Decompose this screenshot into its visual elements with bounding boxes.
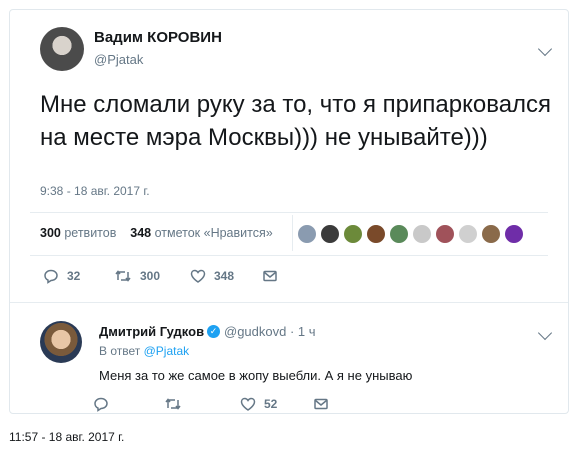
liker-avatar[interactable] bbox=[297, 224, 317, 244]
liker-avatar[interactable] bbox=[320, 224, 340, 244]
like-action[interactable]: 348 bbox=[190, 268, 234, 284]
likes-count[interactable]: 348 bbox=[130, 226, 151, 240]
retweets-count[interactable]: 300 bbox=[40, 226, 61, 240]
author-avatar[interactable] bbox=[40, 27, 84, 71]
verified-badge-icon: ✓ bbox=[207, 325, 220, 338]
chevron-down-icon[interactable] bbox=[537, 41, 553, 57]
retweet-count: 300 bbox=[140, 269, 161, 283]
in-reply-to: В ответ @Pjatak bbox=[99, 344, 189, 358]
message-action[interactable] bbox=[262, 268, 278, 284]
liker-avatar[interactable] bbox=[504, 224, 524, 244]
retweet-action[interactable]: 300 bbox=[114, 268, 160, 284]
author-name[interactable]: Вадим КОРОВИН bbox=[94, 29, 222, 46]
divider bbox=[10, 302, 568, 303]
tweet-text: Мне сломали руку за то, что я припаркова… bbox=[40, 91, 552, 151]
reply-reply-action[interactable] bbox=[93, 396, 109, 412]
liker-avatar[interactable] bbox=[366, 224, 386, 244]
liker-avatar[interactable] bbox=[389, 224, 409, 244]
likes-label[interactable]: отметок «Нравится» bbox=[155, 226, 273, 240]
divider bbox=[30, 255, 548, 256]
engagement-stats: 300 ретвитов 348 отметок «Нравится» bbox=[40, 226, 273, 240]
in-reply-prefix: В ответ bbox=[99, 344, 141, 358]
retweet-icon bbox=[115, 270, 131, 282]
reply-icon bbox=[94, 397, 108, 412]
chevron-down-icon[interactable] bbox=[537, 325, 553, 341]
reply-author-avatar[interactable] bbox=[40, 321, 82, 363]
reply-icon bbox=[44, 269, 58, 284]
liker-avatar[interactable] bbox=[481, 224, 501, 244]
liker-avatar[interactable] bbox=[458, 224, 478, 244]
reply-retweet-action[interactable] bbox=[164, 396, 182, 412]
retweet-icon bbox=[165, 398, 181, 410]
reply-like-count: 52 bbox=[264, 397, 278, 411]
reply-author-name[interactable]: Дмитрий Гудков bbox=[99, 324, 204, 339]
tweet-card: Вадим КОРОВИН @Pjatak Мне сломали руку з… bbox=[9, 9, 569, 414]
author-handle[interactable]: @Pjatak bbox=[94, 52, 143, 67]
reply-count: 32 bbox=[67, 269, 81, 283]
retweets-label[interactable]: ретвитов bbox=[64, 226, 116, 240]
reply-author-handle[interactable]: @gudkovd · 1 ч bbox=[224, 324, 316, 339]
reply-action[interactable]: 32 bbox=[43, 268, 80, 284]
liker-avatar[interactable] bbox=[343, 224, 363, 244]
envelope-icon bbox=[263, 270, 277, 282]
divider bbox=[30, 212, 548, 213]
envelope-icon bbox=[314, 398, 328, 410]
reply-text: Меня за то же самое в жопу выебли. А я н… bbox=[99, 368, 413, 383]
reply-message-action[interactable] bbox=[313, 396, 329, 412]
liker-avatar[interactable] bbox=[412, 224, 432, 244]
heart-icon bbox=[240, 397, 256, 411]
caption-timestamp: 11:57 - 18 авг. 2017 г. bbox=[9, 430, 125, 444]
divider bbox=[292, 215, 293, 251]
tweet-timestamp[interactable]: 9:38 - 18 авг. 2017 г. bbox=[40, 184, 150, 198]
like-count: 348 bbox=[214, 269, 235, 283]
in-reply-handle-link[interactable]: @Pjatak bbox=[144, 344, 190, 358]
heart-icon bbox=[190, 269, 206, 283]
reply-like-action[interactable]: 52 bbox=[240, 396, 277, 412]
liker-avatar[interactable] bbox=[435, 224, 455, 244]
